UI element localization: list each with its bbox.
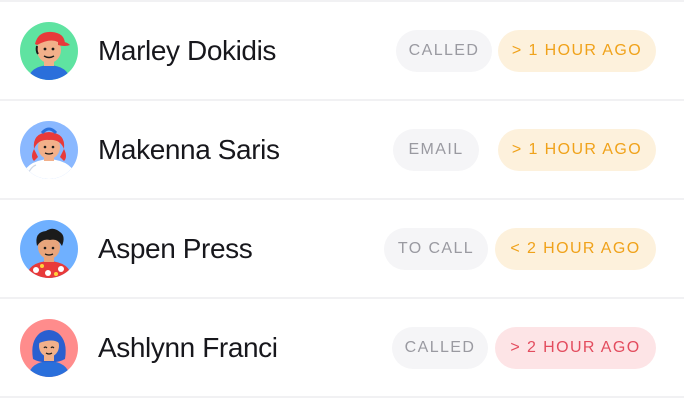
time-badge: < 2 HOUR AGO xyxy=(495,227,656,270)
list-item[interactable]: Makenna Saris EMAIL > 1 HOUR AGO xyxy=(0,101,684,200)
list-item[interactable]: Ashlynn Franci CALLED > 2 HOUR AGO xyxy=(0,299,684,398)
list-item[interactable]: Marley Dokidis CALLED > 1 HOUR AGO xyxy=(0,2,684,101)
time-badge: > 2 HOUR AGO xyxy=(495,326,656,369)
person-blue-hair-avatar-icon xyxy=(20,318,78,377)
person-red-hair-avatar-icon xyxy=(20,120,78,179)
time-badge: > 1 HOUR AGO xyxy=(498,128,656,171)
contact-list: Marley Dokidis CALLED > 1 HOUR AGO Maken… xyxy=(0,0,684,400)
contact-name: Aspen Press xyxy=(98,232,253,264)
person-red-cap-avatar-icon xyxy=(20,21,78,80)
contact-name: Marley Dokidis xyxy=(98,34,276,66)
contact-name: Makenna Saris xyxy=(98,133,280,165)
status-badge: EMAIL xyxy=(393,128,479,171)
status-badge: TO CALL xyxy=(384,227,488,270)
status-badge: CALLED xyxy=(392,326,488,369)
status-badge: CALLED xyxy=(396,29,492,72)
list-item[interactable]: Aspen Press TO CALL < 2 HOUR AGO xyxy=(0,200,684,299)
contact-name: Ashlynn Franci xyxy=(98,331,278,363)
person-dark-hair-avatar-icon xyxy=(20,219,78,278)
time-badge: > 1 HOUR AGO xyxy=(498,29,656,72)
